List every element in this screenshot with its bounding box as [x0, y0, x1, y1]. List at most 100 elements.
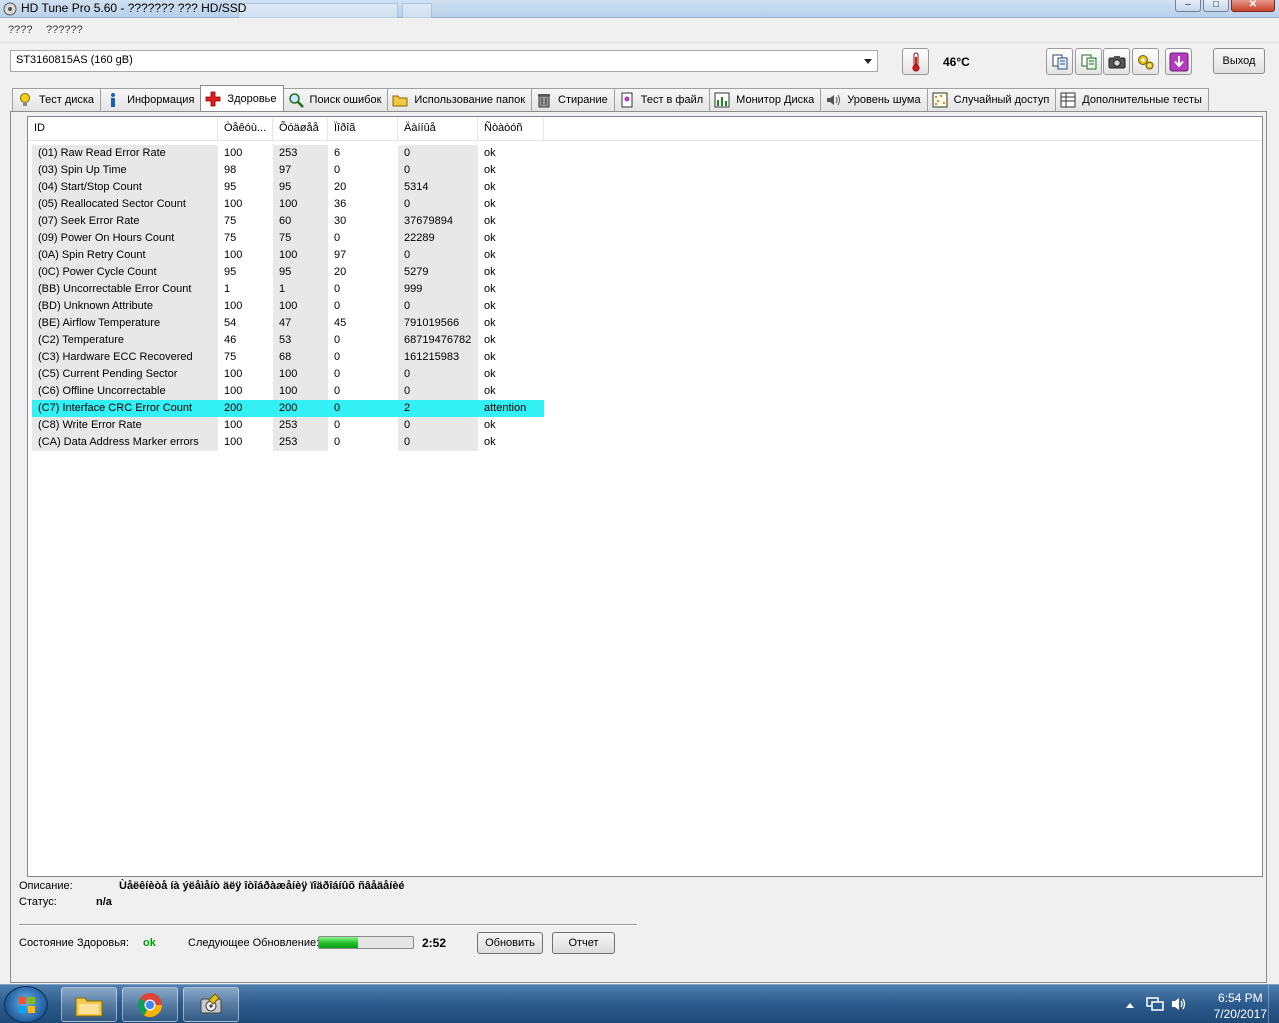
- tab-random-access[interactable]: Случайный доступ: [926, 88, 1057, 111]
- options-button[interactable]: [1132, 48, 1159, 75]
- cell-worst: 68: [273, 349, 328, 366]
- table-row[interactable]: (0A) Spin Retry Count 100 100 97 0 ok: [28, 247, 548, 264]
- cell-worst: 53: [273, 332, 328, 349]
- tab-error-scan[interactable]: Поиск ошибок: [282, 88, 389, 111]
- table-row[interactable]: (05) Reallocated Sector Count 100 100 36 0 ok: [28, 196, 548, 213]
- cell-worst: 75: [273, 230, 328, 247]
- cell-id: (BD) Unknown Attribute: [32, 298, 218, 315]
- cell-status: ok: [484, 385, 496, 397]
- close-button[interactable]: ✕: [1231, 0, 1275, 12]
- start-button[interactable]: [4, 986, 48, 1023]
- tab-file-benchmark[interactable]: Тест в файл: [613, 88, 711, 111]
- refresh-button[interactable]: Обновить: [477, 932, 543, 954]
- cell-threshold: 0: [334, 351, 341, 363]
- cell-status: ok: [484, 351, 496, 363]
- table-row[interactable]: (07) Seek Error Rate 75 60 30 37679894 ok: [28, 213, 548, 230]
- cell-current: 54: [224, 317, 237, 329]
- health-icon: [206, 91, 221, 106]
- report-button[interactable]: Отчет: [552, 932, 615, 954]
- cell-data: 0: [398, 162, 478, 179]
- tab-noise-level[interactable]: Уровень шума: [820, 88, 928, 111]
- status-label: Статус:: [19, 896, 57, 908]
- table-row[interactable]: (0C) Power Cycle Count 95 95 20 5279 ok: [28, 264, 548, 281]
- menu-item-file[interactable]: ????: [8, 24, 32, 36]
- column-header-worst[interactable]: Õóäøåå: [273, 117, 328, 141]
- cell-id: (05) Reallocated Sector Count: [32, 196, 218, 213]
- taskbar-hdtune[interactable]: [183, 987, 239, 1022]
- cell-threshold: 0: [334, 300, 341, 312]
- tab-health[interactable]: Здоровье: [200, 85, 284, 111]
- column-header-status[interactable]: Ñòàòóñ: [478, 117, 544, 141]
- cell-id: (C6) Offline Uncorrectable: [32, 383, 218, 400]
- column-header-id[interactable]: ID: [28, 117, 218, 141]
- tab-folder-usage[interactable]: Использование папок: [387, 88, 533, 111]
- cell-worst: 100: [273, 383, 328, 400]
- tab-extra-tests[interactable]: Дополнительные тесты: [1055, 88, 1209, 111]
- cell-data: 0: [398, 247, 478, 264]
- show-desktop-button[interactable]: [1268, 985, 1279, 1023]
- cell-threshold: 97: [334, 249, 347, 261]
- table-row[interactable]: (01) Raw Read Error Rate 100 253 6 0 ok: [28, 145, 548, 162]
- smart-table-header: ID Òåêóù... Õóäøåå Ïîðîã Äàííûå Ñòàòóñ: [28, 117, 1262, 141]
- cell-id: (09) Power On Hours Count: [32, 230, 218, 247]
- background-window-tab: [402, 3, 432, 18]
- drive-select[interactable]: ST3160815AS (160 gB): [10, 50, 878, 72]
- column-header-data[interactable]: Äàííûå: [398, 117, 478, 141]
- table-row[interactable]: (C6) Offline Uncorrectable 100 100 0 0 ok: [28, 383, 548, 400]
- column-header-current[interactable]: Òåêóù...: [218, 117, 273, 141]
- tab-info[interactable]: Информация: [100, 88, 202, 111]
- cell-status: ok: [484, 215, 496, 227]
- cell-id: (C7) Interface CRC Error Count: [32, 400, 218, 417]
- table-row[interactable]: (C5) Current Pending Sector 100 100 0 0 ok: [28, 366, 548, 383]
- cell-threshold: 0: [334, 334, 341, 346]
- taskbar-chrome[interactable]: [122, 987, 178, 1022]
- tab-disk-monitor[interactable]: Монитор Диска: [709, 88, 822, 111]
- app-icon: [3, 2, 17, 16]
- cell-current: 95: [224, 181, 237, 193]
- cell-worst: 95: [273, 264, 328, 281]
- temperature-button[interactable]: [902, 48, 929, 75]
- table-row[interactable]: (C7) Interface CRC Error Count 200 200 0 2 at…: [28, 400, 548, 417]
- exit-button[interactable]: Выход: [1213, 48, 1265, 74]
- tab-benchmark[interactable]: Тест диска: [12, 88, 102, 111]
- cell-worst: 200: [273, 400, 328, 417]
- volume-icon[interactable]: [1170, 996, 1188, 1012]
- clock[interactable]: 6:54 PM 7/20/2017: [1214, 990, 1267, 1022]
- minimize-button[interactable]: –: [1175, 0, 1201, 12]
- column-header-threshold[interactable]: Ïîðîã: [328, 117, 398, 141]
- smart-table[interactable]: ID Òåêóù... Õóäøåå Ïîðîã Äàííûå Ñòàòóñ (…: [27, 116, 1263, 877]
- table-row[interactable]: (03) Spin Up Time 98 97 0 0 ok: [28, 162, 548, 179]
- table-row[interactable]: (C3) Hardware ECC Recovered 75 68 0 16121598…: [28, 349, 548, 366]
- table-row[interactable]: (BE) Airflow Temperature 54 47 45 791019566 o…: [28, 315, 548, 332]
- cell-threshold: 0: [334, 164, 341, 176]
- menu-item-help[interactable]: ??????: [46, 24, 83, 36]
- table-row[interactable]: (04) Start/Stop Count 95 95 20 5314 ok: [28, 179, 548, 196]
- tray-expand-icon[interactable]: [1125, 1001, 1135, 1009]
- save-icon: [1169, 52, 1188, 71]
- tab-erase[interactable]: Стирание: [531, 88, 615, 111]
- save-button[interactable]: [1165, 48, 1192, 75]
- taskbar-explorer[interactable]: [61, 987, 117, 1022]
- table-row[interactable]: (09) Power On Hours Count 75 75 0 22289 ok: [28, 230, 548, 247]
- table-row[interactable]: (C2) Temperature 46 53 0 68719476782 ok: [28, 332, 548, 349]
- disk-monitor-icon: [714, 92, 730, 108]
- copy-info-button[interactable]: [1046, 48, 1073, 75]
- cell-current: 95: [224, 266, 237, 278]
- table-row[interactable]: (C8) Write Error Rate 100 253 0 0 ok: [28, 417, 548, 434]
- cell-threshold: 20: [334, 181, 347, 193]
- title-bar: HD Tune Pro 5.60 - ??????? ??? HD/SSD – …: [0, 0, 1279, 18]
- maximize-button[interactable]: □: [1203, 0, 1229, 12]
- extra-tests-icon: [1060, 92, 1076, 108]
- cell-worst: 253: [273, 434, 328, 451]
- cell-data: 0: [398, 383, 478, 400]
- cell-current: 1: [224, 283, 231, 295]
- table-row[interactable]: (BD) Unknown Attribute 100 100 0 0 ok: [28, 298, 548, 315]
- screenshot-button[interactable]: [1103, 48, 1130, 75]
- cell-id: (C2) Temperature: [32, 332, 218, 349]
- table-row[interactable]: (BB) Uncorrectable Error Count 1 1 0 999 ok: [28, 281, 548, 298]
- network-icon[interactable]: [1146, 996, 1164, 1012]
- copy-info-icon: [1052, 54, 1067, 69]
- copy-all-button[interactable]: [1075, 48, 1102, 75]
- description-value: Ùåëêíèòå íà ýëåìåíò äëÿ îòîáðàæåíèÿ ïîäð…: [119, 880, 405, 892]
- table-row[interactable]: (CA) Data Address Marker errors 100 253 0 0 o…: [28, 434, 548, 451]
